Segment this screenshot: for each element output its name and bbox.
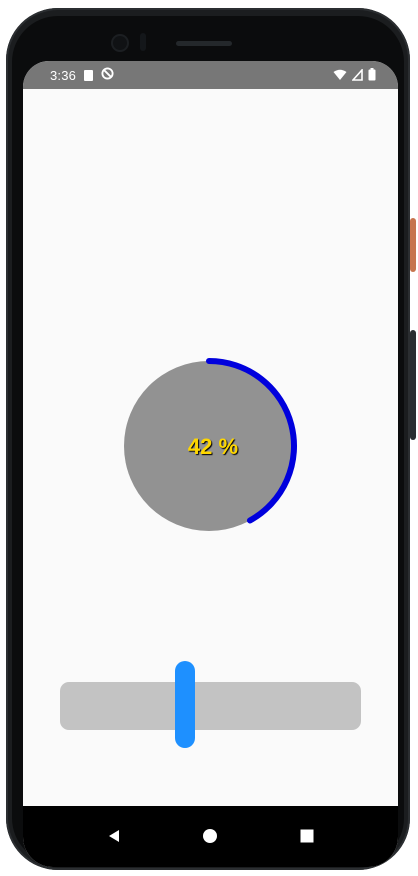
- phone-device: 3:36 42 %: [0, 0, 418, 876]
- home-button[interactable]: [196, 822, 224, 850]
- earpiece-speaker: [176, 41, 232, 46]
- home-icon: [203, 829, 217, 843]
- status-time: 3:36: [50, 67, 77, 83]
- front-camera-icon: [113, 36, 127, 50]
- recents-button[interactable]: [293, 822, 321, 850]
- sensor-icon: [140, 33, 146, 51]
- slider-thumb[interactable]: [175, 661, 195, 748]
- battery-icon: [368, 68, 376, 84]
- recents-icon: [300, 829, 314, 843]
- progress-slider[interactable]: [60, 661, 361, 748]
- back-icon: [109, 830, 119, 842]
- wifi-icon: [333, 69, 347, 84]
- screen: 3:36 42 %: [23, 61, 398, 867]
- cell-signal-icon: [351, 67, 363, 84]
- progress-ring: [124, 358, 297, 531]
- status-bar: 3:36: [23, 61, 398, 89]
- do-not-disturb-icon: [101, 67, 114, 83]
- circular-progress: 42 %: [121, 355, 305, 539]
- navigation-bar: [23, 806, 398, 867]
- app-content: 42 %: [23, 89, 398, 806]
- back-button[interactable]: [100, 822, 128, 850]
- sd-card-icon: [84, 69, 94, 81]
- status-right-icons: [333, 67, 376, 84]
- volume-button: [410, 330, 416, 440]
- power-button: [410, 218, 416, 272]
